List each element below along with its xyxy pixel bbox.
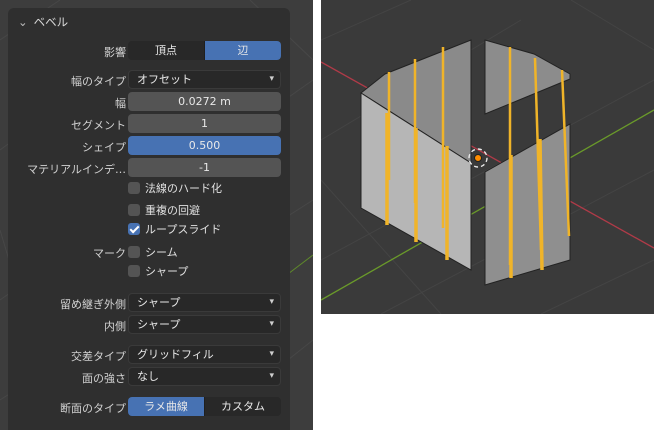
mark-seam-checkbox[interactable]: シーム [128, 245, 178, 261]
loop-slide-label: ループスライド [145, 223, 222, 236]
material-index-field[interactable]: -1 [128, 158, 281, 177]
profile-type-label: 断面のタイプ [60, 402, 126, 415]
profile-type-toggle: ラメ曲線 カスタム [128, 397, 281, 416]
front-right-face [484, 123, 571, 286]
object-origin-icon[interactable] [468, 148, 488, 168]
harden-normals-label: 法線のハード化 [145, 182, 222, 195]
miter-inner-value: シャープ [137, 318, 181, 331]
loop-slide-checkbox[interactable]: ループスライド [128, 222, 221, 238]
clamp-overlap-label: 重複の回避 [145, 204, 200, 217]
chevron-down-icon: ▾ [269, 74, 274, 84]
face-strength-dropdown[interactable]: なし ▾ [128, 367, 281, 386]
face-strength-label: 面の強さ [82, 372, 126, 385]
width-field[interactable]: 0.0272 m [128, 92, 281, 111]
face-strength-value: なし [137, 370, 159, 383]
checkbox-icon [128, 182, 140, 194]
mark-seam-label: シーム [145, 246, 178, 259]
profile-custom-button[interactable]: カスタム [204, 397, 281, 416]
miter-outer-value: シャープ [137, 296, 181, 309]
chevron-down-icon: ▾ [269, 371, 274, 381]
width-type-dropdown[interactable]: オフセット ▾ [128, 70, 281, 89]
affect-toggle: 頂点 辺 [128, 41, 281, 60]
viewport-canvas [321, 0, 654, 314]
intersection-type-value: グリッドフィル [137, 348, 214, 361]
back-right-face [484, 39, 571, 115]
miter-inner-dropdown[interactable]: シャープ ▾ [128, 315, 281, 334]
miter-inner-label: 内側 [104, 320, 126, 333]
width-label: 幅 [115, 97, 126, 110]
bevel-operator-panel: ⌄ ベベル 影響 頂点 辺 幅のタイプ オフセット ▾ 幅 0.0272 m セ… [8, 8, 290, 430]
segments-field[interactable]: 1 [128, 114, 281, 133]
mark-label: マーク [93, 247, 126, 260]
affect-label: 影響 [104, 46, 126, 59]
chevron-down-icon: ▾ [269, 349, 274, 359]
intersection-type-label: 交差タイプ [71, 350, 126, 363]
miter-outer-dropdown[interactable]: シャープ ▾ [128, 293, 281, 312]
mark-sharp-checkbox[interactable]: シャープ [128, 264, 188, 280]
material-index-label: マテリアルインデ… [27, 163, 126, 176]
affect-vertices-button[interactable]: 頂点 [128, 41, 204, 60]
profile-superellipse-button[interactable]: ラメ曲線 [128, 397, 204, 416]
shape-slider[interactable]: 0.500 [128, 136, 281, 155]
intersection-type-dropdown[interactable]: グリッドフィル ▾ [128, 345, 281, 364]
harden-normals-checkbox[interactable]: 法線のハード化 [128, 181, 222, 197]
checkbox-icon [128, 204, 140, 216]
affect-edges-button[interactable]: 辺 [204, 41, 281, 60]
chevron-down-icon: ▾ [269, 297, 274, 307]
width-type-value: オフセット [137, 73, 192, 86]
operator-panel-area: ⌄ ベベル 影響 頂点 辺 幅のタイプ オフセット ▾ 幅 0.0272 m セ… [0, 0, 313, 430]
clamp-overlap-checkbox[interactable]: 重複の回避 [128, 203, 200, 219]
segments-label: セグメント [71, 119, 126, 132]
panel-header[interactable]: ⌄ ベベル [18, 14, 68, 30]
mark-sharp-label: シャープ [145, 265, 189, 278]
checkmark-icon [128, 223, 140, 235]
checkbox-icon [128, 265, 140, 277]
panel-title: ベベル [33, 15, 69, 29]
3d-viewport[interactable] [321, 0, 654, 314]
chevron-down-icon[interactable]: ⌄ [18, 15, 30, 29]
miter-outer-label: 留め継ぎ外側 [60, 298, 126, 311]
chevron-down-icon: ▾ [269, 319, 274, 329]
shape-label: シェイプ [82, 141, 126, 154]
checkbox-icon [128, 246, 140, 258]
width-type-label: 幅のタイプ [71, 75, 126, 88]
